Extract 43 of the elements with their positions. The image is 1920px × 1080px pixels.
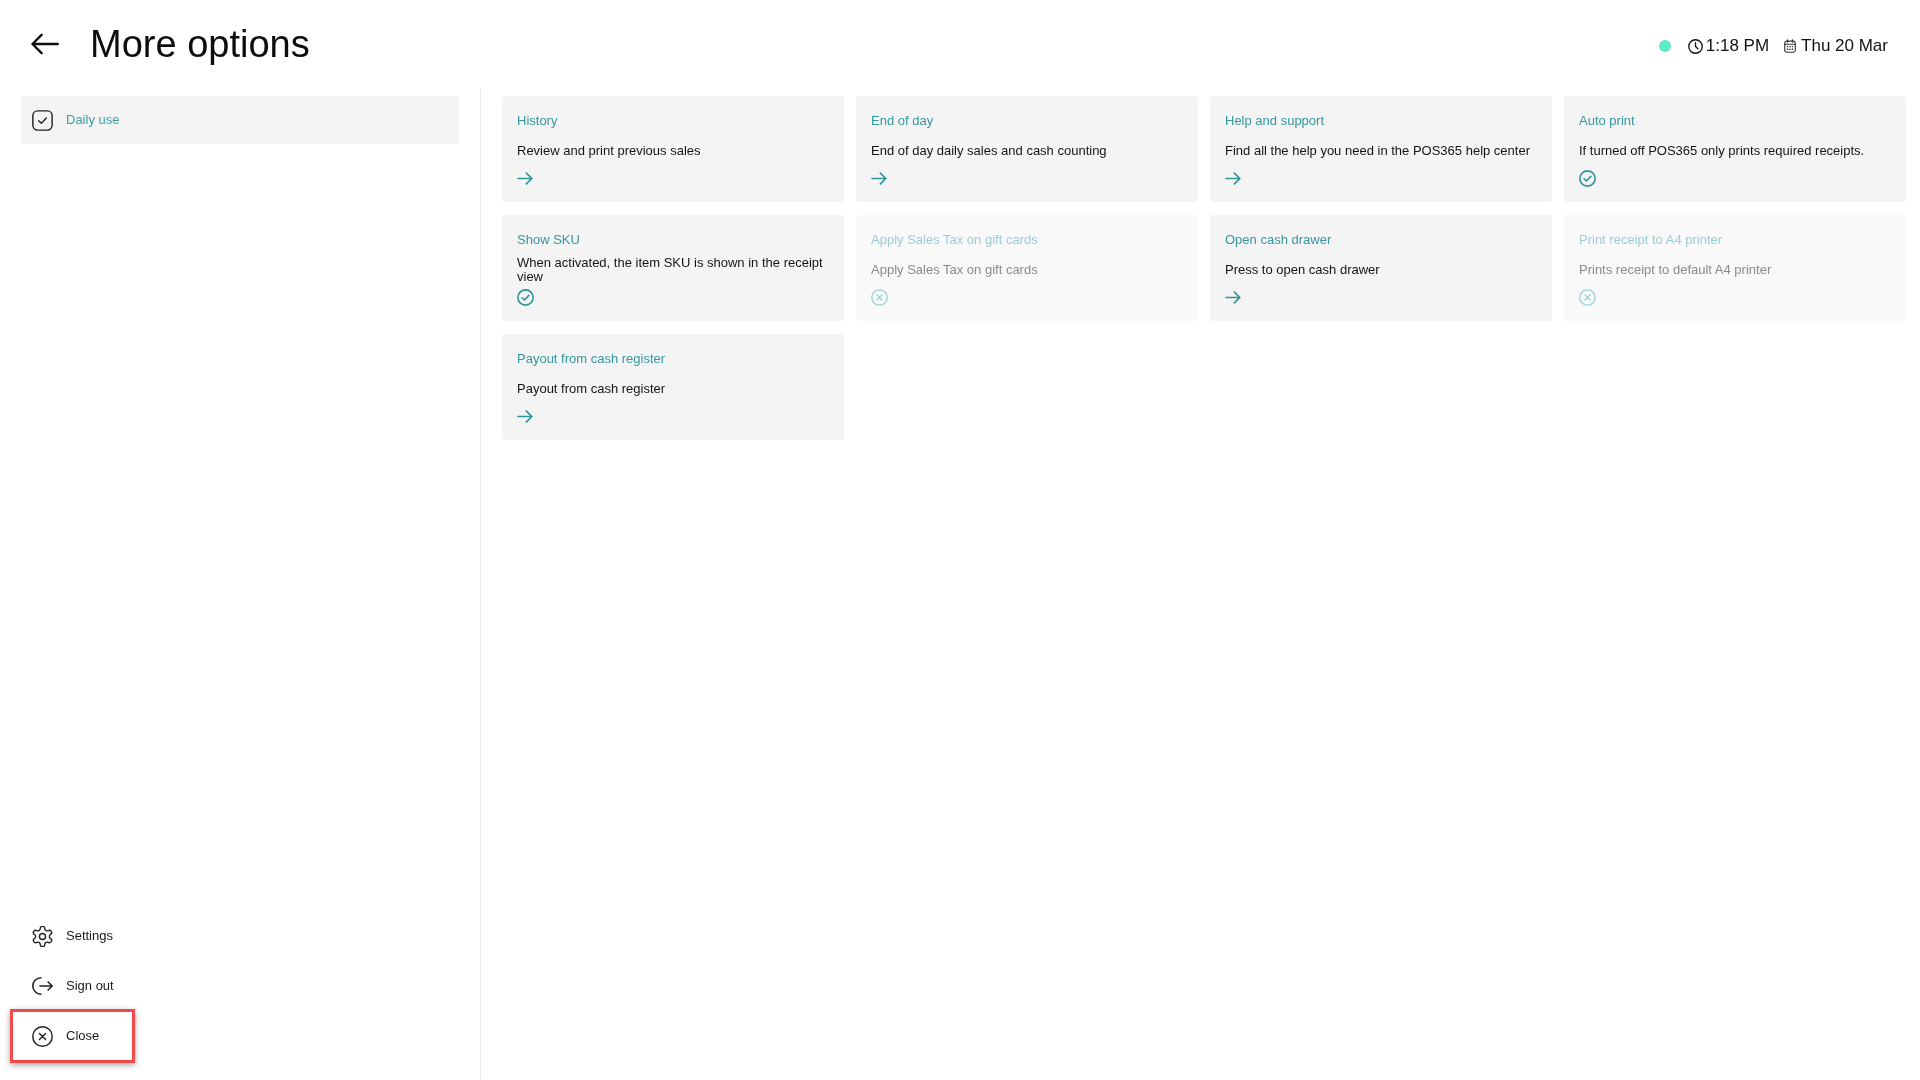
option-title: Open cash drawer	[1225, 232, 1332, 248]
check-circle-icon[interactable]	[517, 289, 534, 306]
page-title: More options	[90, 22, 310, 67]
option-card[interactable]: Payout from cash register Payout from cash register	[502, 334, 844, 440]
option-description: Prints receipt to default A4 printer	[1579, 263, 1772, 277]
option-card[interactable]: Help and support Find all the help you need in the POS365 help center	[1210, 96, 1552, 202]
option-card[interactable]: History Review and print previous sales	[502, 96, 844, 202]
calendar-date: Thu 20 Mar	[1801, 36, 1888, 56]
option-description: Apply Sales Tax on gift cards	[871, 263, 1038, 277]
arrow-right-icon[interactable]	[871, 172, 887, 185]
option-description: If turned off POS365 only prints required receipts.	[1579, 144, 1865, 158]
option-title: Help and support	[1225, 113, 1324, 129]
option-title: Payout from cash register	[517, 351, 666, 367]
arrow-right-icon[interactable]	[1225, 291, 1241, 304]
option-card[interactable]: End of day End of day daily sales and cash counting	[856, 96, 1198, 202]
option-title: Auto print	[1579, 113, 1635, 129]
option-description: Review and print previous sales	[517, 144, 701, 158]
option-card[interactable]: Open cash drawer Press to open cash drawer	[1210, 215, 1552, 321]
option-description: End of day daily sales and cash counting	[871, 144, 1107, 158]
option-description: Press to open cash drawer	[1225, 263, 1380, 277]
option-title: History	[517, 113, 558, 129]
option-title: Print receipt to A4 printer	[1579, 232, 1723, 248]
checkbox-square-icon	[32, 109, 53, 131]
arrow-right-icon[interactable]	[517, 172, 533, 185]
option-description: Find all the help you need in the POS365 help center	[1225, 144, 1530, 158]
clock-time: 1:18 PM	[1705, 36, 1770, 56]
calendar-icon	[1784, 39, 1797, 53]
sign-out-icon	[32, 977, 53, 995]
option-title: Apply Sales Tax on gift cards	[871, 232, 1038, 248]
option-description: Payout from cash register	[517, 382, 666, 396]
back-arrow-icon[interactable]	[31, 33, 59, 55]
check-circle-icon[interactable]	[1579, 170, 1596, 187]
option-card[interactable]: Auto print If turned off POS365 only prints required receipts.	[1564, 96, 1906, 202]
arrow-right-icon[interactable]	[1225, 172, 1241, 185]
option-description: When activated, the item SKU is shown in the receipt view	[517, 256, 824, 284]
option-title: End of day	[871, 113, 934, 129]
gear-icon	[32, 925, 53, 947]
clock-icon	[1687, 38, 1703, 54]
close-icon	[32, 1025, 53, 1047]
option-card[interactable]: Show SKU When activated, the item SKU is shown in the receipt view	[502, 215, 844, 321]
option-title: Show SKU	[517, 232, 580, 248]
close-button[interactable]: Close	[10, 1009, 135, 1063]
arrow-right-icon[interactable]	[517, 410, 533, 423]
